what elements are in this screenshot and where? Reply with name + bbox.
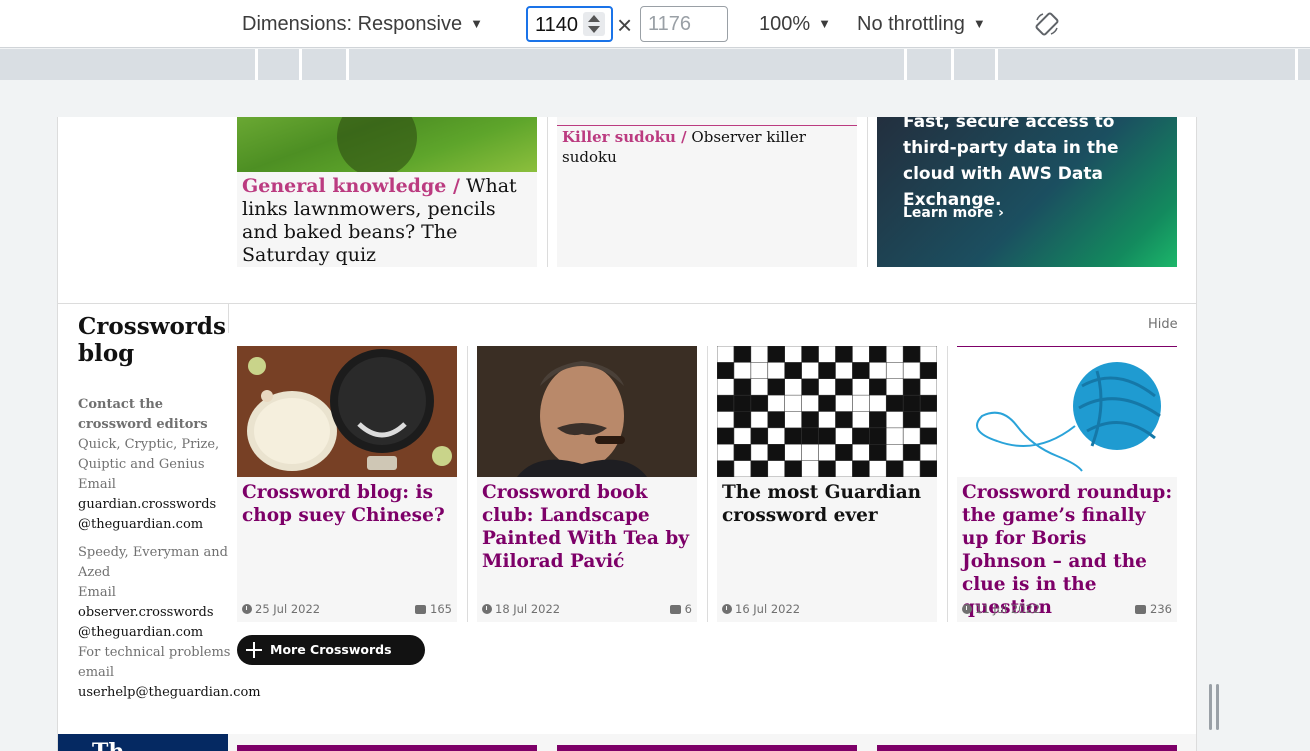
- plus-icon: [246, 642, 262, 658]
- column-divider: [547, 117, 548, 267]
- contact-line: For technical problems email: [78, 645, 231, 680]
- viewport-gutter: [1197, 117, 1232, 751]
- email-link-domain[interactable]: @theguardian.com: [78, 515, 238, 535]
- blog-card[interactable]: The most Guardian crossword ever 16 Jul …: [717, 346, 937, 622]
- crossword-grid-image: [717, 346, 937, 477]
- email-link[interactable]: userhelp@theguardian.com: [78, 683, 261, 703]
- card-headline: General knowledge / What links lawnmower…: [242, 175, 534, 267]
- comment-count[interactable]: 6: [669, 602, 692, 616]
- ruler-marker: [951, 49, 954, 80]
- blog-card[interactable]: Crossword book club: Landscape Painted W…: [477, 346, 697, 622]
- contact-info: Contact the crossword editors Quick, Cry…: [78, 395, 261, 703]
- ruler-marker: [346, 49, 349, 80]
- card-date: 11 Jul 2022: [975, 602, 1041, 616]
- comment-number: 236: [1150, 602, 1172, 616]
- card-headline: Crossword roundup: the game’s finally up…: [962, 482, 1173, 618]
- card-date: 18 Jul 2022: [495, 602, 561, 616]
- email-link[interactable]: observer.crosswords: [78, 603, 238, 623]
- contact-line: Speedy, Everyman and Azed: [78, 545, 228, 580]
- hide-button[interactable]: Hide: [1148, 317, 1178, 332]
- comment-number: 6: [684, 602, 692, 616]
- more-button-label: More Crosswords blog: [270, 642, 392, 687]
- aws-advert[interactable]: Fast, secure access to third-party data …: [877, 117, 1177, 267]
- column-divider: [947, 346, 948, 622]
- media-query-bar[interactable]: [0, 49, 1310, 80]
- email-link[interactable]: guardian.crosswords: [78, 495, 238, 515]
- blog-card[interactable]: Crossword blog: is chop suey Chinese? 25…: [237, 346, 457, 622]
- card-headline: Crossword blog: is chop suey Chinese?: [242, 482, 445, 526]
- card-meta: 16 Jul 2022: [722, 602, 932, 618]
- times-icon: ×: [617, 10, 633, 40]
- wok-image: [237, 346, 457, 477]
- next-section-header: Th: [58, 734, 228, 751]
- devtools-toolbar: Dimensions: Responsive ▼ 1140 × 1176 100%…: [0, 0, 1310, 48]
- chevron-down-icon: ▼: [972, 16, 986, 31]
- lawn-image: [237, 117, 537, 172]
- sudoku-card[interactable]: Killer sudoku / Observer killer sudoku: [557, 117, 857, 267]
- card-meta: 18 Jul 2022 6: [482, 602, 692, 618]
- more-crosswords-blog-button[interactable]: More Crosswords blog: [237, 635, 425, 687]
- card-date: 16 Jul 2022: [735, 602, 801, 616]
- column-divider: [467, 346, 468, 622]
- card-headline: Killer sudoku / Observer killer sudoku: [562, 127, 854, 167]
- spinner-icon[interactable]: [583, 12, 605, 36]
- card-headline: Crossword book club: Landscape Painted W…: [482, 482, 690, 572]
- clock-icon: [242, 604, 252, 614]
- comment-icon: [1135, 605, 1147, 614]
- card-date: 25 Jul 2022: [255, 602, 321, 616]
- comment-icon: [669, 605, 681, 614]
- comment-number: 165: [430, 602, 452, 616]
- chevron-down-icon: ▼: [818, 16, 832, 31]
- section-title[interactable]: Crosswords blog: [78, 313, 228, 367]
- comment-icon: [415, 605, 427, 614]
- ruler-marker: [299, 49, 302, 80]
- clock-icon: [962, 604, 972, 614]
- throttling-value: No throttling: [857, 13, 965, 35]
- ruler-marker: [904, 49, 907, 80]
- width-input[interactable]: 1140: [526, 6, 613, 42]
- height-input[interactable]: 1176: [640, 6, 728, 42]
- card-meta: 25 Jul 2022 165: [242, 602, 452, 618]
- zoom-dropdown[interactable]: 100% ▼: [759, 10, 831, 40]
- card-kicker: General knowledge /: [242, 175, 460, 197]
- next-card-rule: [557, 745, 857, 751]
- dimensions-label: Dimensions: Responsive: [242, 13, 463, 35]
- column-divider: [867, 117, 868, 267]
- resize-handle[interactable]: [1209, 684, 1221, 730]
- yarn-ball-image: [957, 346, 1177, 477]
- email-label: Email: [78, 585, 116, 600]
- width-value: 1140: [535, 14, 579, 36]
- clock-icon: [722, 604, 732, 614]
- next-card-rule: [237, 745, 537, 751]
- rotate-icon[interactable]: [1034, 11, 1060, 37]
- quiz-card[interactable]: General knowledge / What links lawnmower…: [237, 117, 537, 267]
- comment-count[interactable]: 165: [415, 602, 452, 616]
- blog-card[interactable]: Crossword roundup: the game’s finally up…: [957, 346, 1177, 622]
- ruler-marker: [995, 49, 998, 80]
- throttling-dropdown[interactable]: No throttling ▼: [857, 10, 986, 40]
- email-link-domain[interactable]: @theguardian.com: [78, 623, 238, 643]
- dimensions-dropdown[interactable]: Dimensions: Responsive ▼: [242, 10, 483, 40]
- chevron-down-icon: ▼: [470, 16, 483, 31]
- zoom-value: 100%: [759, 13, 811, 35]
- column-divider: [707, 346, 708, 622]
- clock-icon: [482, 604, 492, 614]
- contact-line: Quick, Cryptic, Prize, Quiptic and Geniu…: [78, 437, 220, 472]
- ruler-marker: [255, 49, 258, 80]
- height-placeholder: 1176: [648, 13, 692, 35]
- author-portrait-image: [477, 346, 697, 477]
- title-divider: [228, 303, 229, 333]
- ruler-marker: [1295, 49, 1298, 80]
- card-headline: The most Guardian crossword ever: [722, 482, 922, 526]
- contact-heading: Contact the crossword editors: [78, 397, 208, 432]
- ad-text: Fast, secure access to third-party data …: [903, 117, 1119, 210]
- next-card-rule: [877, 745, 1177, 751]
- ad-learn-more-link[interactable]: Learn more ›: [903, 205, 1004, 221]
- card-rule: [557, 125, 857, 126]
- card-kicker: Killer sudoku /: [562, 128, 687, 146]
- email-label: Email: [78, 477, 116, 492]
- card-meta: 11 Jul 2022 236: [962, 602, 1172, 618]
- comment-count[interactable]: 236: [1135, 602, 1172, 616]
- page-viewport: General knowledge / What links lawnmower…: [57, 117, 1197, 751]
